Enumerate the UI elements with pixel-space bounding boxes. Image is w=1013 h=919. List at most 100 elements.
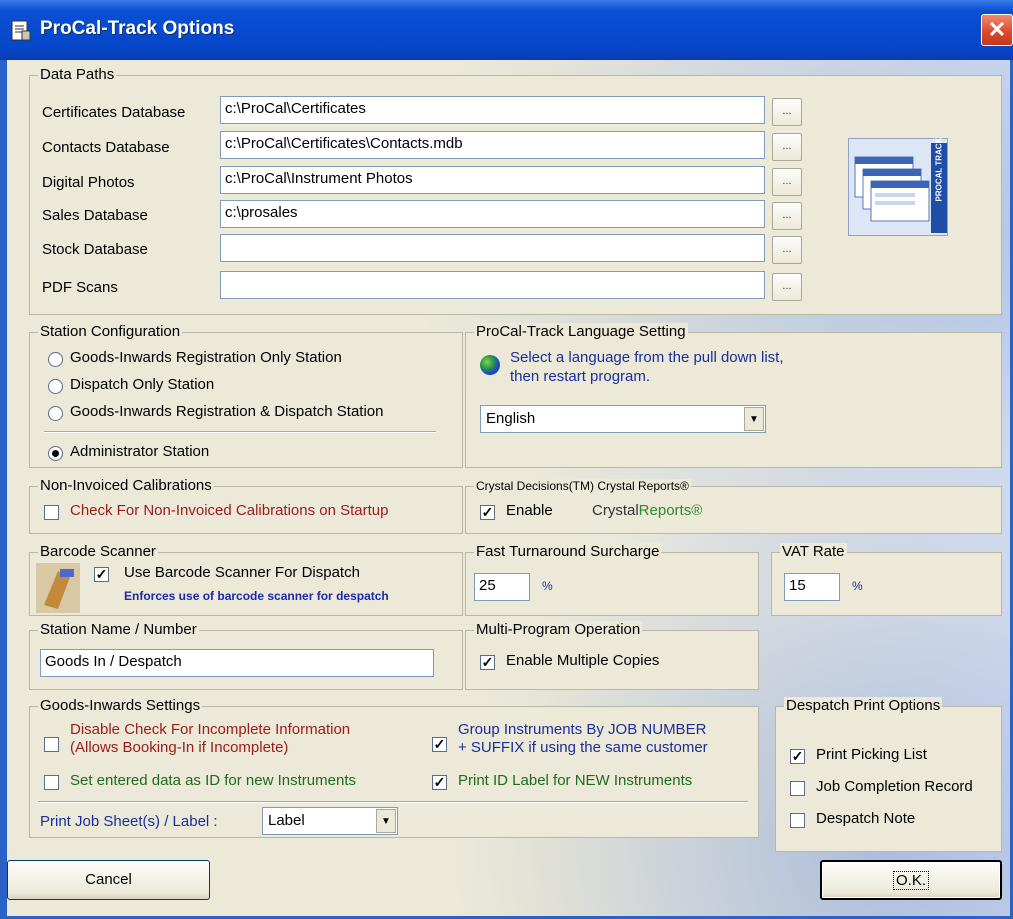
print-job-label: Print Job Sheet(s) / Label : <box>40 813 218 830</box>
group-instruments-label[interactable]: Group Instruments By JOB NUMBER <box>458 721 706 738</box>
group-title: Barcode Scanner <box>38 543 158 560</box>
group-title: Fast Turnaround Surcharge <box>474 543 662 560</box>
browse-button[interactable]: ... <box>772 273 802 301</box>
barcode-checkbox[interactable]: ✓ <box>94 567 109 582</box>
non-invoiced-label[interactable]: Check For Non-Invoiced Calibrations on S… <box>70 502 389 519</box>
group-title: Multi-Program Operation <box>474 621 643 638</box>
browse-button[interactable]: ... <box>772 236 802 264</box>
sales-db-input[interactable]: c:\prosales <box>220 200 765 228</box>
group-instruments-sublabel[interactable]: + SUFFIX if using the same customer <box>458 739 708 756</box>
set-entered-checkbox[interactable] <box>44 775 59 790</box>
print-id-label[interactable]: Print ID Label for NEW Instruments <box>458 772 692 789</box>
browse-button[interactable]: ... <box>772 98 802 126</box>
station-config-group: Station Configuration Goods-Inwards Regi… <box>29 323 463 468</box>
pdf-scans-input[interactable] <box>220 271 765 299</box>
set-entered-label[interactable]: Set entered data as ID for new Instrumen… <box>70 772 356 789</box>
browse-button[interactable]: ... <box>772 168 802 196</box>
surcharge-input[interactable]: 25 <box>474 573 530 601</box>
picking-list-checkbox[interactable]: ✓ <box>790 749 805 764</box>
ok-label: O.K. <box>892 871 929 890</box>
crystal-brand-part2: Reports® <box>638 502 703 519</box>
non-invoiced-group: Non-Invoiced Calibrations Check For Non-… <box>29 477 463 534</box>
group-title: Despatch Print Options <box>784 697 943 714</box>
chevron-down-icon[interactable]: ▼ <box>744 407 764 431</box>
stock-db-input[interactable] <box>220 234 765 262</box>
surcharge-group: Fast Turnaround Surcharge 25 % <box>465 543 759 616</box>
group-title: ProCal-Track Language Setting <box>474 323 688 340</box>
browse-button[interactable]: ... <box>772 133 802 161</box>
data-paths-group: Data Paths Certificates Database c:\ProC… <box>29 66 1002 315</box>
radio-label[interactable]: Administrator Station <box>70 443 209 460</box>
multi-copies-checkbox[interactable]: ✓ <box>480 655 495 670</box>
chevron-down-icon[interactable]: ▼ <box>376 809 396 833</box>
radio-administrator[interactable] <box>48 446 63 461</box>
station-name-input[interactable]: Goods In / Despatch <box>40 649 434 677</box>
radio-label[interactable]: Dispatch Only Station <box>70 376 214 393</box>
path-label: Sales Database <box>42 207 148 224</box>
crystal-enable-label[interactable]: Enable <box>506 502 553 519</box>
picking-list-label[interactable]: Print Picking List <box>816 746 927 763</box>
path-label: Stock Database <box>42 241 148 258</box>
cancel-button[interactable]: Cancel <box>7 860 210 900</box>
despatch-note-label[interactable]: Despatch Note <box>816 810 915 827</box>
close-icon[interactable]: ✕ <box>981 14 1013 46</box>
radio-dispatch-only[interactable] <box>48 379 63 394</box>
disable-check-sublabel[interactable]: (Allows Booking-In if Incomplete) <box>70 739 288 756</box>
language-select[interactable]: English ▼ <box>480 405 766 433</box>
disable-check-label[interactable]: Disable Check For Incomplete Information <box>70 721 350 738</box>
group-title: Data Paths <box>38 66 117 83</box>
non-invoiced-checkbox[interactable] <box>44 505 59 520</box>
percent-label: % <box>542 579 553 593</box>
despatch-note-checkbox[interactable] <box>790 813 805 828</box>
disable-check-checkbox[interactable] <box>44 737 59 752</box>
print-id-checkbox[interactable]: ✓ <box>432 775 447 790</box>
group-instruments-checkbox[interactable]: ✓ <box>432 737 447 752</box>
group-title: VAT Rate <box>780 543 847 560</box>
print-job-select[interactable]: Label ▼ <box>262 807 398 835</box>
vat-input[interactable]: 15 <box>784 573 840 601</box>
certificates-db-input[interactable]: c:\ProCal\Certificates <box>220 96 765 124</box>
percent-label: % <box>852 579 863 593</box>
window-title: ProCal-Track Options <box>40 18 235 39</box>
crystal-enable-checkbox[interactable]: ✓ <box>480 505 495 520</box>
path-label: PDF Scans <box>42 279 118 296</box>
despatch-print-group: Despatch Print Options ✓ Print Picking L… <box>775 697 1002 852</box>
cancel-label: Cancel <box>85 871 132 888</box>
multi-program-group: Multi-Program Operation ✓ Enable Multipl… <box>465 621 759 690</box>
group-title: Goods-Inwards Settings <box>38 697 203 714</box>
path-label: Digital Photos <box>42 174 135 191</box>
options-window: ProCal-Track Options ✕ Data Paths Certif… <box>0 0 1013 919</box>
radio-goods-inwards-only[interactable] <box>48 352 63 367</box>
vat-group: VAT Rate 15 % <box>771 543 1002 616</box>
radio-label[interactable]: Goods-Inwards Registration & Dispatch St… <box>70 403 383 420</box>
job-completion-label[interactable]: Job Completion Record <box>816 778 973 795</box>
crystal-brand: CrystalReports® <box>592 502 702 519</box>
contacts-db-input[interactable]: c:\ProCal\Certificates\Contacts.mdb <box>220 131 765 159</box>
station-name-group: Station Name / Number Goods In / Despatc… <box>29 621 463 690</box>
print-job-value: Label <box>268 812 305 829</box>
procal-logo: PROCAL TRACK <box>848 138 948 236</box>
radio-label[interactable]: Goods-Inwards Registration Only Station <box>70 349 342 366</box>
globe-icon <box>480 355 500 375</box>
language-hint: Select a language from the pull down lis… <box>510 349 784 366</box>
goods-inwards-group: Goods-Inwards Settings Disable Check For… <box>29 697 759 838</box>
dialog-client: Data Paths Certificates Database c:\ProC… <box>7 60 1010 916</box>
browse-button[interactable]: ... <box>772 202 802 230</box>
title-bar[interactable]: ProCal-Track Options ✕ <box>0 0 1013 60</box>
radio-goods-inwards-dispatch[interactable] <box>48 406 63 421</box>
logo-text: PROCAL TRACK <box>935 138 944 202</box>
job-completion-checkbox[interactable] <box>790 781 805 796</box>
multi-copies-label[interactable]: Enable Multiple Copies <box>506 652 659 669</box>
barcode-note: Enforces use of barcode scanner for desp… <box>124 589 389 603</box>
path-label: Certificates Database <box>42 104 186 121</box>
group-title: Crystal Decisions(TM) Crystal Reports® <box>474 479 691 493</box>
language-group: ProCal-Track Language Setting Select a l… <box>465 323 1002 468</box>
barcode-scanner-icon <box>36 563 80 613</box>
digital-photos-input[interactable]: c:\ProCal\Instrument Photos <box>220 166 765 194</box>
group-title: Station Configuration <box>38 323 183 340</box>
language-value: English <box>486 410 536 427</box>
barcode-label[interactable]: Use Barcode Scanner For Dispatch <box>124 564 360 581</box>
crystal-group: Crystal Decisions(TM) Crystal Reports® ✓… <box>465 479 1002 534</box>
separator <box>44 431 436 433</box>
ok-button[interactable]: O.K. <box>820 860 1002 900</box>
